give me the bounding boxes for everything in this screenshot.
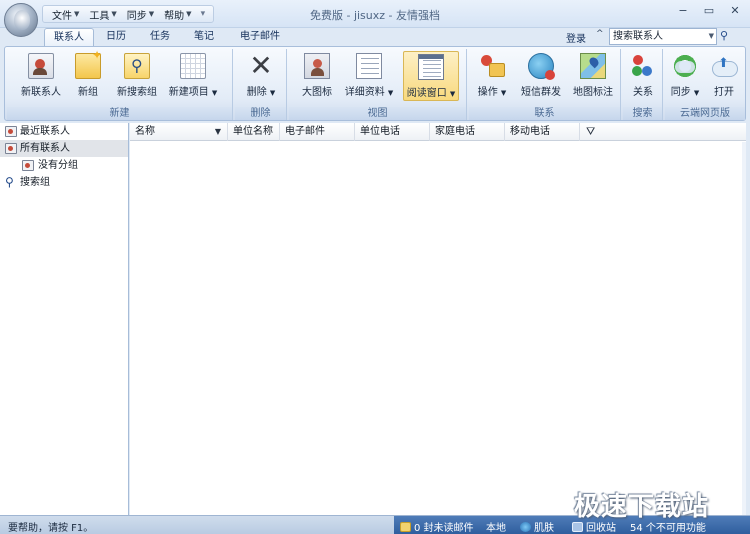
ribbon-group-label: 搜索: [623, 107, 662, 120]
window-controls: − ▭ ✕: [670, 2, 748, 20]
collapse-ribbon-icon[interactable]: ^: [596, 29, 604, 39]
contact-card-icon: [5, 143, 17, 154]
calendar-icon: [180, 53, 206, 79]
ribbon-group-cloud: 同步 ▼ 打开 云端网页版: [665, 49, 745, 120]
contact-search-input[interactable]: 搜索联系人 ▼: [609, 28, 717, 45]
sms-icon: [528, 53, 555, 80]
column-name[interactable]: 名称 ▼: [130, 123, 228, 141]
large-icon-view-icon: [304, 53, 330, 79]
watermark: 极速下载站: [574, 492, 710, 522]
ribbon-group-contact: 操作 ▼ 短信群发 地图标注 联系: [469, 49, 621, 120]
tab-contacts[interactable]: 联系人: [44, 28, 94, 47]
detail-view-icon: [356, 53, 382, 79]
operations-button[interactable]: 操作 ▼: [473, 53, 511, 98]
close-button[interactable]: ✕: [722, 2, 748, 20]
column-header-row: 名称 ▼ 单位名称 电子邮件 单位电话 家庭电话 移动电话 ⛛: [130, 123, 746, 141]
search-group-icon: [124, 53, 150, 79]
sms-broadcast-button[interactable]: 短信群发: [515, 53, 567, 98]
column-work-phone[interactable]: 单位电话: [355, 123, 430, 141]
open-web-button[interactable]: 打开: [707, 53, 741, 98]
skin-icon: [520, 522, 531, 532]
unread-mail-indicator[interactable]: 0 封未读邮件: [400, 519, 474, 534]
ribbon-group-new: 新联系人 新组 新搜索组 新建项目 ▼ 新建: [7, 48, 233, 120]
search-icon: ⚲: [5, 175, 14, 189]
chevron-down-icon: ▼: [500, 89, 507, 97]
location-indicator: 本地: [486, 523, 506, 534]
sync-button[interactable]: 同步 ▼: [667, 53, 703, 98]
mail-icon: [400, 522, 411, 532]
tab-calendar[interactable]: 日历: [98, 28, 134, 47]
tab-notes[interactable]: 笔记: [186, 28, 222, 47]
reading-pane-icon: [418, 54, 444, 80]
large-icon-view-button[interactable]: 大图标: [297, 53, 337, 98]
nav-item-recent-contacts[interactable]: 最近联系人: [0, 123, 128, 140]
maximize-button[interactable]: ▭: [696, 2, 722, 20]
reading-pane-button[interactable]: 阅读窗口 ▼: [403, 51, 459, 101]
ribbon-tab-row: 联系人 日历 任务 笔记 电子邮件 登录 ^ 搜索联系人 ▼ ⚲: [0, 28, 750, 47]
contact-list: 名称 ▼ 单位名称 电子邮件 单位电话 家庭电话 移动电话 ⛛: [130, 123, 746, 515]
contact-card-icon: [5, 126, 17, 137]
app-orb-button[interactable]: [4, 3, 38, 37]
ribbon-group-label: 删除: [235, 107, 286, 120]
new-item-button[interactable]: 新建项目 ▼: [165, 53, 221, 98]
nav-item-all-contacts[interactable]: 所有联系人: [0, 140, 128, 157]
ribbon-group-label: 联系: [469, 107, 620, 120]
new-search-group-button[interactable]: 新搜索组: [111, 53, 163, 98]
tab-email[interactable]: 电子邮件: [232, 28, 288, 47]
ribbon-group-label: 视图: [289, 107, 466, 120]
ribbon-group-view: 大图标 详细资料 ▼ 阅读窗口 ▼ 视图: [289, 49, 467, 120]
ribbon-group-delete: ✕ 删除 ▼ 删除: [235, 49, 287, 120]
map-marker-button[interactable]: 地图标注: [569, 53, 617, 98]
column-home-phone[interactable]: 家庭电话: [430, 123, 505, 141]
app-logo-icon: [14, 10, 30, 30]
chevron-down-icon: ▼: [449, 90, 456, 98]
recycle-bin-icon: [572, 522, 583, 532]
window-title: 免费版 - jisuxz - 友情强档: [309, 9, 441, 22]
new-contact-button[interactable]: 新联系人: [19, 53, 63, 98]
skin-button[interactable]: 肌肤: [520, 519, 554, 534]
nav-item-ungrouped[interactable]: 没有分组: [0, 157, 128, 174]
ribbon-group-search: 关系 搜索: [623, 49, 663, 120]
sync-icon: [672, 53, 698, 79]
chevron-down-icon: ▼: [693, 89, 700, 97]
column-mobile-phone[interactable]: 移动电话: [505, 123, 580, 141]
operations-icon: [479, 53, 505, 79]
list-scrollbar[interactable]: [742, 142, 746, 515]
relationship-button[interactable]: 关系: [627, 53, 659, 98]
ribbon-group-label: 云端网页版: [665, 107, 745, 120]
nav-item-search-groups[interactable]: ⚲ 搜索组: [0, 174, 128, 191]
sort-descending-icon[interactable]: ▼: [215, 123, 221, 141]
contact-card-icon: [22, 160, 34, 171]
relationship-icon: [630, 53, 656, 79]
tab-tasks[interactable]: 任务: [142, 28, 178, 47]
ribbon-group-label: 新建: [7, 107, 232, 120]
ribbon: 新联系人 新组 新搜索组 新建项目 ▼ 新建 ✕ 删除 ▼ 删除 大图标: [4, 46, 746, 121]
filter-icon[interactable]: ⛛: [586, 125, 595, 139]
help-hint: 要帮助，请按 F1。: [8, 523, 94, 534]
column-company[interactable]: 单位名称: [228, 123, 280, 141]
title-bar: 文件 ▼ 工具 ▼ 同步 ▼ 帮助 ▼ ▾ 免费版 - jisuxz - 友情强档 − …: [0, 0, 750, 37]
chevron-down-icon[interactable]: ▼: [709, 29, 714, 44]
map-icon: [580, 53, 606, 79]
search-icon[interactable]: ⚲: [720, 29, 728, 42]
new-group-button[interactable]: 新组: [69, 48, 107, 98]
contact-card-icon: [28, 53, 54, 79]
column-email[interactable]: 电子邮件: [280, 123, 355, 141]
new-group-icon: [75, 48, 102, 79]
minimize-button[interactable]: −: [670, 2, 696, 20]
chevron-down-icon: ▼: [211, 89, 218, 97]
delete-icon: ✕: [249, 49, 273, 82]
chevron-down-icon: ▼: [387, 89, 394, 97]
login-link[interactable]: 登录: [566, 30, 586, 45]
contact-folder-tree: 最近联系人 所有联系人 没有分组 ⚲ 搜索组: [0, 123, 129, 515]
chevron-down-icon: ▼: [269, 89, 276, 97]
delete-button[interactable]: ✕ 删除 ▼: [241, 49, 281, 99]
open-web-icon: [711, 53, 738, 79]
detail-view-button[interactable]: 详细资料 ▼: [341, 53, 397, 98]
